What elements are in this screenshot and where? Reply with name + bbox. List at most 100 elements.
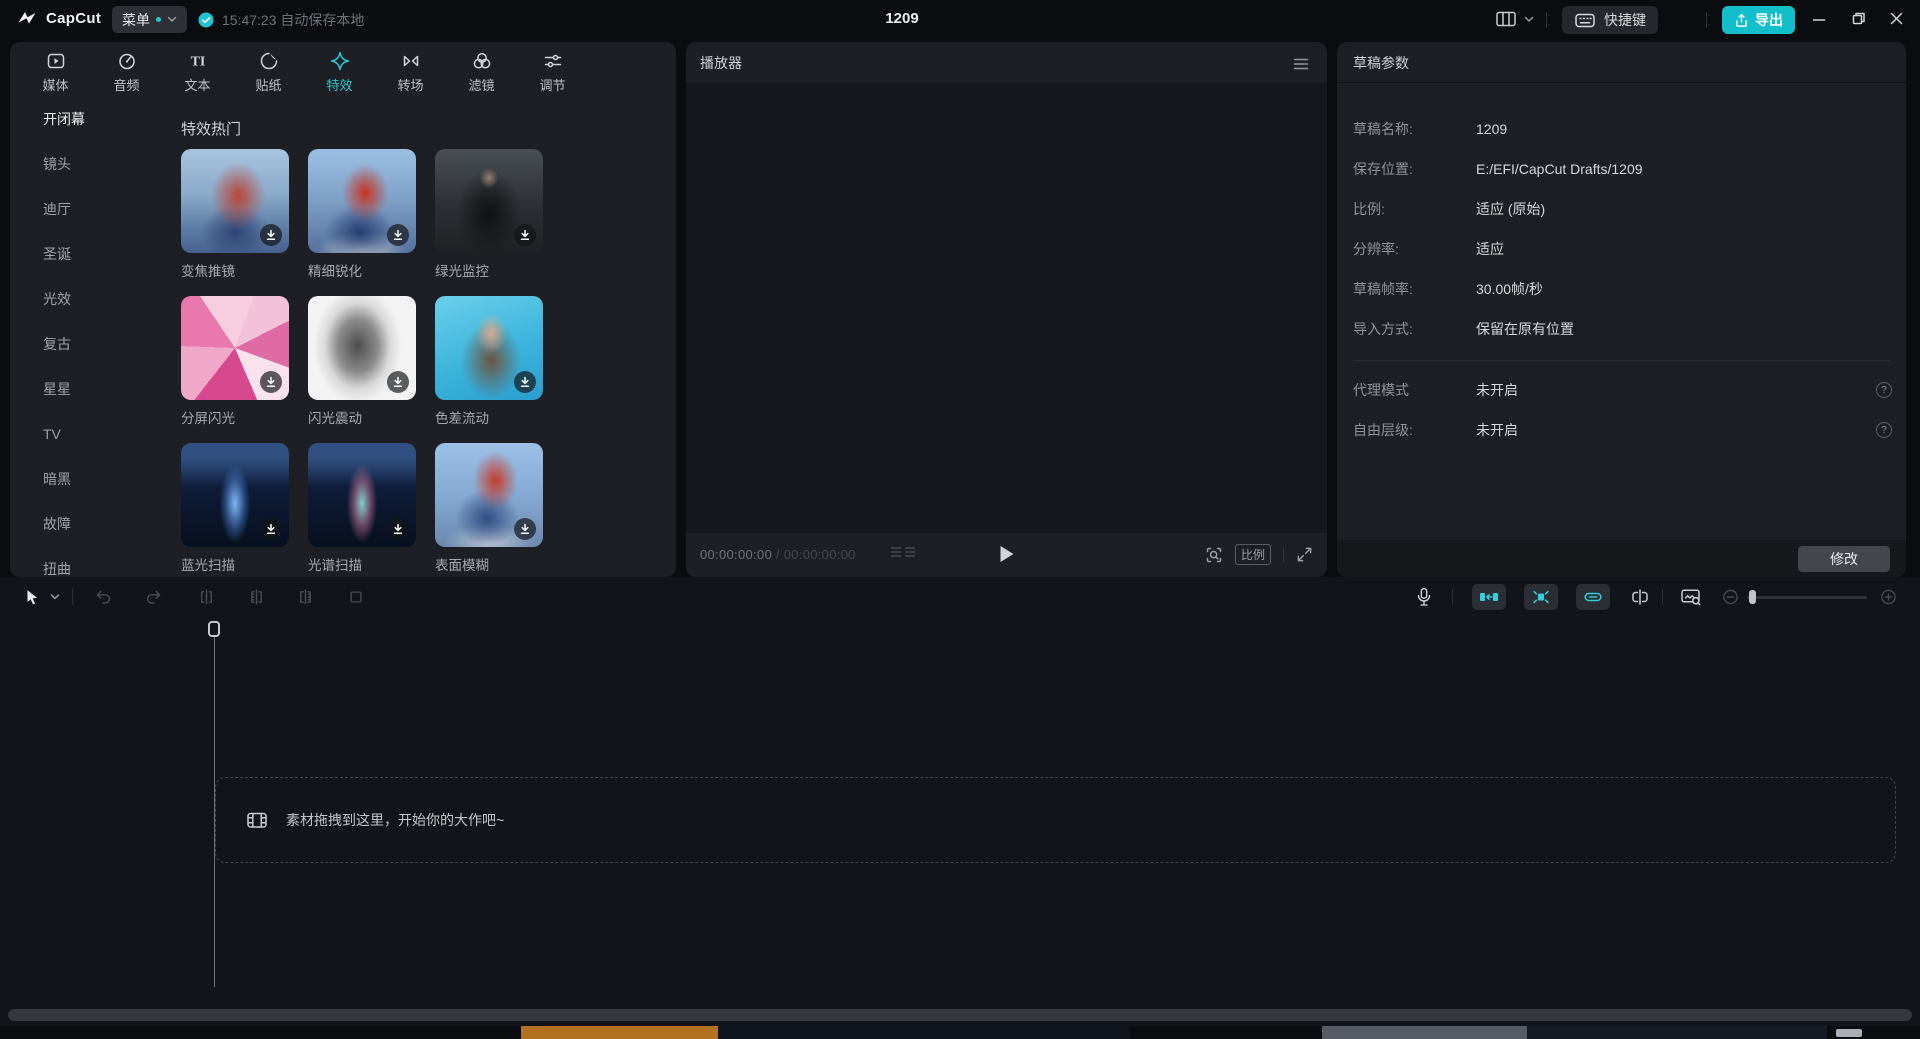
background-window-strip xyxy=(0,1026,1920,1039)
effect-card[interactable]: 变焦推镜 xyxy=(181,149,289,296)
effect-thumbnail[interactable] xyxy=(435,149,543,253)
tab-transition[interactable]: 转场 xyxy=(375,42,446,97)
frame-list-icon xyxy=(891,547,915,560)
effect-thumbnail[interactable] xyxy=(435,296,543,400)
fullscreen-icon[interactable] xyxy=(1296,546,1313,563)
modify-button[interactable]: 修改 xyxy=(1798,546,1890,572)
effect-card[interactable]: 表面模糊 xyxy=(435,443,543,577)
effect-thumbnail[interactable] xyxy=(181,296,289,400)
close-button[interactable] xyxy=(1889,11,1904,26)
download-icon[interactable] xyxy=(514,371,536,393)
category-item[interactable]: TV xyxy=(10,412,180,457)
effect-thumbnail[interactable] xyxy=(308,443,416,547)
preview-axis-marker-icon[interactable] xyxy=(1630,588,1650,606)
linkage-toggle[interactable] xyxy=(1524,584,1558,610)
layout-panels-icon[interactable] xyxy=(1495,10,1517,28)
category-item[interactable]: 暗黑 xyxy=(10,457,180,502)
autosave-text: 15:47:23 自动保存本地 xyxy=(222,10,364,30)
fit-timeline-icon[interactable] xyxy=(1680,588,1702,607)
category-item[interactable]: 开闭幕 xyxy=(10,97,180,142)
zoom-in-icon[interactable] xyxy=(1880,589,1897,606)
player-menu-icon[interactable] xyxy=(1293,58,1309,70)
timeline-dropzone[interactable]: 素材拖拽到这里，开始你的大作吧~ xyxy=(215,777,1896,863)
playhead-handle[interactable] xyxy=(208,621,220,637)
draft-params-panel: 草稿参数 草稿名称: 1209 保存位置: E:/EFI/CapCut Draf… xyxy=(1337,42,1906,577)
titlebar-separator xyxy=(1546,12,1547,28)
download-icon[interactable] xyxy=(260,224,282,246)
effect-name: 精细锐化 xyxy=(308,260,416,280)
tab-media[interactable]: 媒体 xyxy=(20,42,91,97)
split-icon[interactable] xyxy=(198,589,215,606)
draft-params-title: 草稿参数 xyxy=(1353,53,1409,73)
category-item[interactable]: 迪厅 xyxy=(10,187,180,232)
effect-thumbnail[interactable] xyxy=(181,149,289,253)
play-button[interactable] xyxy=(1000,546,1013,562)
ratio-button[interactable]: 比例 xyxy=(1235,544,1271,565)
effect-card[interactable]: 蓝光扫描 xyxy=(181,443,289,577)
delete-right-icon[interactable] xyxy=(297,589,314,606)
download-icon[interactable] xyxy=(387,518,409,540)
select-tool-icon[interactable] xyxy=(23,588,41,606)
player-viewport[interactable] xyxy=(686,82,1327,533)
param-row-free-layer: 自由层级: 未开启 ? xyxy=(1337,410,1906,450)
preview-quality-icon[interactable] xyxy=(1205,546,1223,564)
effect-card[interactable]: 分屏闪光 xyxy=(181,296,289,443)
effect-thumbnail[interactable] xyxy=(181,443,289,547)
undo-icon[interactable] xyxy=(94,589,113,606)
download-icon[interactable] xyxy=(514,518,536,540)
category-item[interactable]: 镜头 xyxy=(10,142,180,187)
category-item[interactable]: 复古 xyxy=(10,322,180,367)
export-icon xyxy=(1734,13,1749,28)
tab-filter[interactable]: 滤镜 xyxy=(446,42,517,97)
delete-left-icon[interactable] xyxy=(248,589,265,606)
restore-button[interactable] xyxy=(1851,11,1866,26)
effect-card[interactable]: 色差流动 xyxy=(435,296,543,443)
tab-adjust[interactable]: 调节 xyxy=(517,42,588,97)
download-icon[interactable] xyxy=(260,518,282,540)
redo-icon[interactable] xyxy=(144,589,163,606)
record-voiceover-icon[interactable] xyxy=(1414,586,1434,608)
info-icon[interactable]: ? xyxy=(1876,422,1892,438)
effect-card[interactable]: 光谱扫描 xyxy=(308,443,416,577)
export-button[interactable]: 导出 xyxy=(1722,6,1795,34)
player-controls: 00:00:00:00 / 00:00:00:00 比例 xyxy=(686,533,1327,577)
effect-name: 变焦推镜 xyxy=(181,260,289,280)
category-item[interactable]: 圣诞 xyxy=(10,232,180,277)
minimize-button[interactable] xyxy=(1812,14,1826,26)
timeline-area[interactable]: 素材拖拽到这里，开始你的大作吧~ xyxy=(0,617,1920,1039)
select-tool-chevron-icon[interactable] xyxy=(50,594,60,601)
delete-icon[interactable] xyxy=(348,589,364,605)
zoom-out-icon[interactable] xyxy=(1722,589,1739,606)
horizontal-scrollbar[interactable] xyxy=(8,1009,1912,1021)
tab-effects[interactable]: 特效 xyxy=(304,42,375,97)
effect-thumbnail[interactable] xyxy=(435,443,543,547)
info-icon[interactable]: ? xyxy=(1876,382,1892,398)
category-item[interactable]: 光效 xyxy=(10,277,180,322)
timeline-zoom-slider-thumb[interactable] xyxy=(1749,590,1756,604)
tab-text[interactable]: TI 文本 xyxy=(162,42,233,97)
shortcuts-button[interactable]: 快捷键 xyxy=(1562,6,1658,34)
timeline-zoom-slider[interactable] xyxy=(1747,596,1867,599)
auto-snap-toggle[interactable] xyxy=(1472,584,1506,610)
effect-card[interactable]: 精细锐化 xyxy=(308,149,416,296)
menu-button[interactable]: 菜单 xyxy=(112,6,187,33)
tab-audio[interactable]: 音频 xyxy=(91,42,162,97)
download-icon[interactable] xyxy=(387,371,409,393)
category-item[interactable]: 星星 xyxy=(10,367,180,412)
download-icon[interactable] xyxy=(260,371,282,393)
layout-chevron-icon[interactable] xyxy=(1524,16,1534,23)
download-icon[interactable] xyxy=(514,224,536,246)
preview-axis-toggle[interactable] xyxy=(1576,584,1610,610)
effect-thumbnail[interactable] xyxy=(308,296,416,400)
param-row-framerate: 草稿帧率: 30.00帧/秒 xyxy=(1337,269,1906,309)
player-panel: 播放器 00:00:00:00 / 00:00:00:00 比例 xyxy=(686,42,1327,577)
tab-sticker[interactable]: 贴纸 xyxy=(233,42,304,97)
effect-card[interactable]: 绿光监控 xyxy=(435,149,543,296)
category-item[interactable]: 扭曲 xyxy=(10,547,180,577)
effect-name: 闪光震动 xyxy=(308,407,416,427)
category-item[interactable]: 故障 xyxy=(10,502,180,547)
download-icon[interactable] xyxy=(387,224,409,246)
app-name: CapCut xyxy=(46,10,101,27)
effect-card[interactable]: 闪光震动 xyxy=(308,296,416,443)
effect-thumbnail[interactable] xyxy=(308,149,416,253)
